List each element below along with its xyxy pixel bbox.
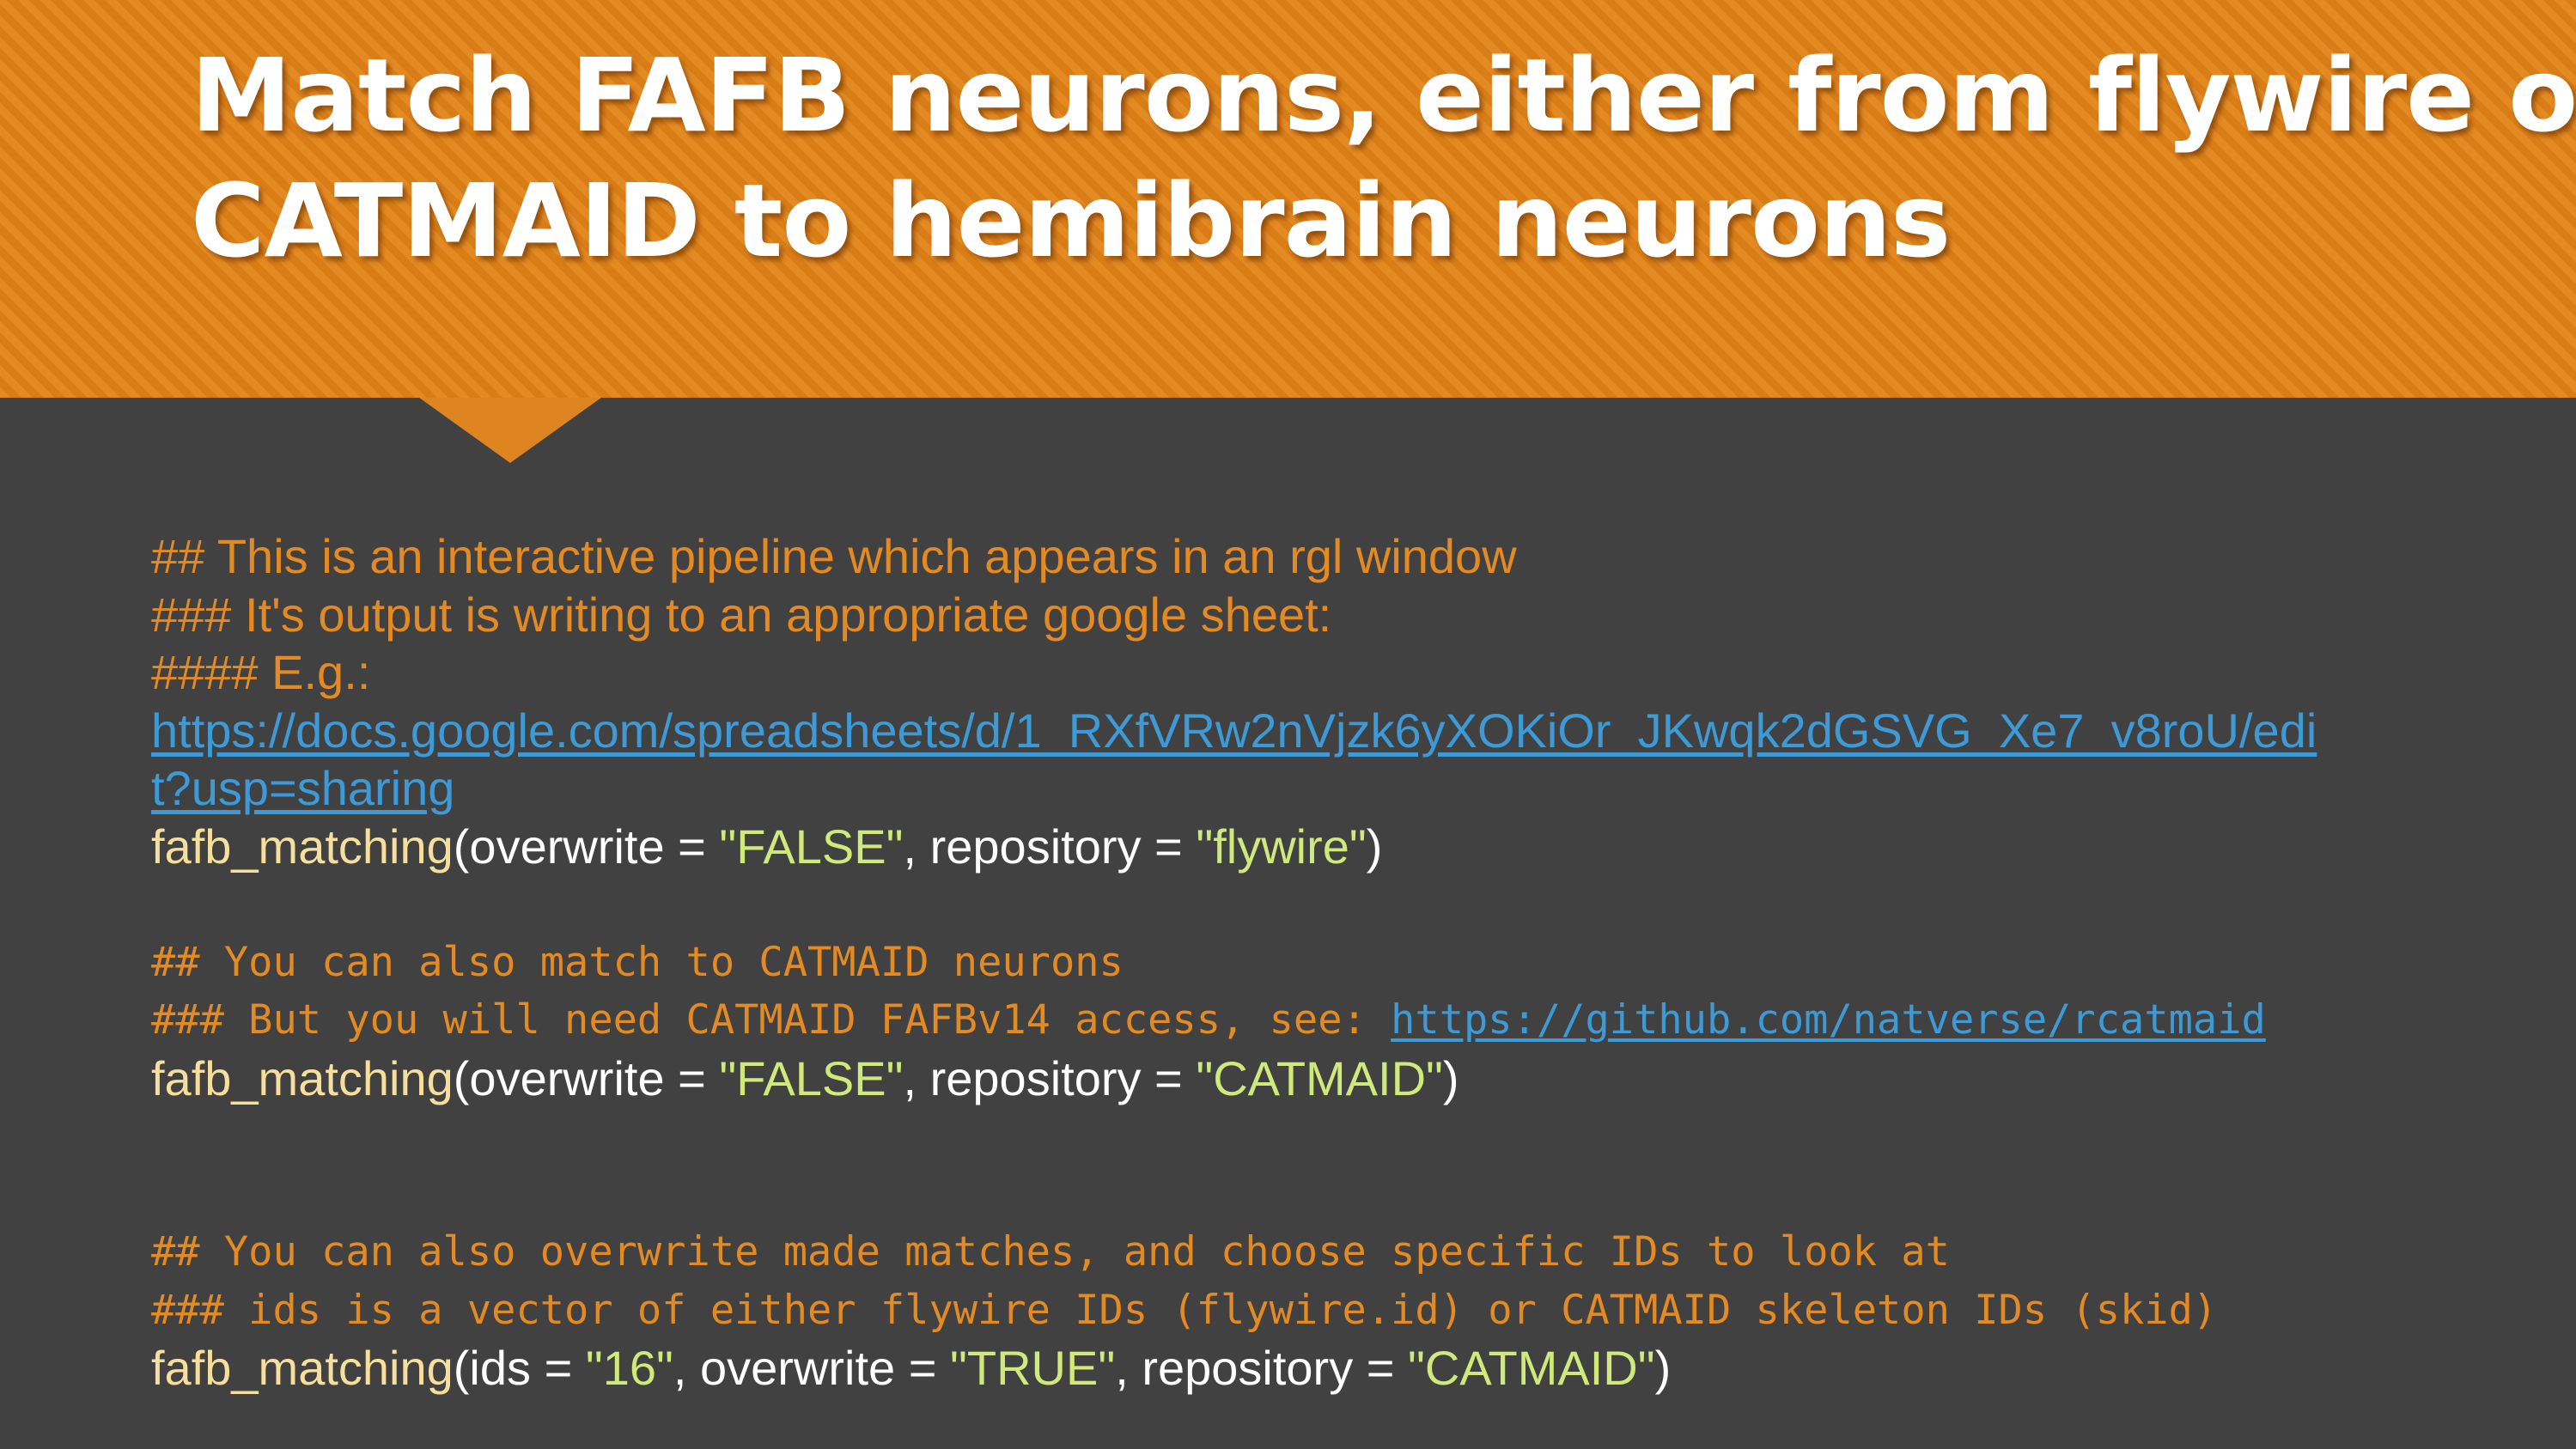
code-comment: ### ids is a vector of either flywire ID… [151, 1286, 2218, 1334]
code-text: ) [1442, 1050, 1459, 1105]
function-name: fafb_matching [151, 819, 454, 874]
string-literal: "FALSE" [719, 1050, 904, 1105]
code-comment: ## You can also match to CATMAID neurons [151, 938, 1124, 986]
string-literal: "FALSE" [719, 819, 904, 874]
function-name: fafb_matching [151, 1050, 454, 1105]
code-comment: ## You can also overwrite made matches, … [151, 1228, 1950, 1275]
string-literal: "CATMAID" [1196, 1050, 1443, 1105]
banner-pointer [419, 398, 601, 463]
slide-title-line-2: CATMAID to hemibrain neurons [191, 161, 1951, 280]
string-literal: "flywire" [1196, 819, 1367, 874]
slide-title: Match FAFB neurons, either from flywire … [191, 33, 2576, 283]
string-literal: "TRUE" [950, 1341, 1116, 1395]
code-block: ## This is an interactive pipeline which… [151, 527, 2488, 1397]
code-text: ) [1366, 819, 1383, 874]
string-literal: "16" [585, 1341, 673, 1395]
code-text: , repository = [903, 1050, 1197, 1105]
google-sheet-link-line-2: t?usp=sharing [151, 759, 2488, 818]
string-literal: "CATMAID" [1408, 1341, 1655, 1395]
code-text: ) [1654, 1341, 1672, 1395]
code-call-ids: fafb_matching(ids = "16", overwrite = "T… [151, 1339, 2488, 1397]
title-banner: Match FAFB neurons, either from flywire … [0, 0, 2576, 398]
code-call-catmaid: fafb_matching(overwrite = "FALSE", repos… [151, 1050, 2488, 1108]
code-text: (overwrite = [453, 1050, 720, 1105]
function-name: fafb_matching [151, 1341, 454, 1395]
google-sheet-link-line-1: https://docs.google.com/spreadsheets/d/1… [151, 702, 2488, 760]
code-comment: ### It's output is writing to an appropr… [151, 587, 1332, 642]
code-text: , overwrite = [673, 1341, 950, 1395]
google-sheet-link[interactable]: https://docs.google.com/spreadsheets/d/1… [151, 703, 2317, 758]
slide: Match FAFB neurons, either from flywire … [0, 0, 2576, 1449]
code-comment-with-link: ### But you will need CATMAID FAFBv14 ac… [151, 991, 2488, 1050]
code-text: , repository = [903, 819, 1197, 874]
google-sheet-link-continued[interactable]: t?usp=sharing [151, 761, 454, 815]
rcatmaid-github-link[interactable]: https://github.com/natverse/rcatmaid [1391, 996, 2266, 1044]
slide-title-line-1: Match FAFB neurons, either from flywire … [191, 36, 2576, 155]
code-comment: ## This is an interactive pipeline which… [151, 529, 1517, 583]
code-comment: #### E.g.: [151, 645, 371, 699]
code-text: (ids = [453, 1341, 586, 1395]
code-text: (overwrite = [453, 819, 720, 874]
code-comment: ### But you will need CATMAID FAFBv14 ac… [151, 996, 1392, 1044]
code-text: , repository = [1115, 1341, 1409, 1395]
code-call-flywire: fafb_matching(overwrite = "FALSE", repos… [151, 818, 2488, 876]
